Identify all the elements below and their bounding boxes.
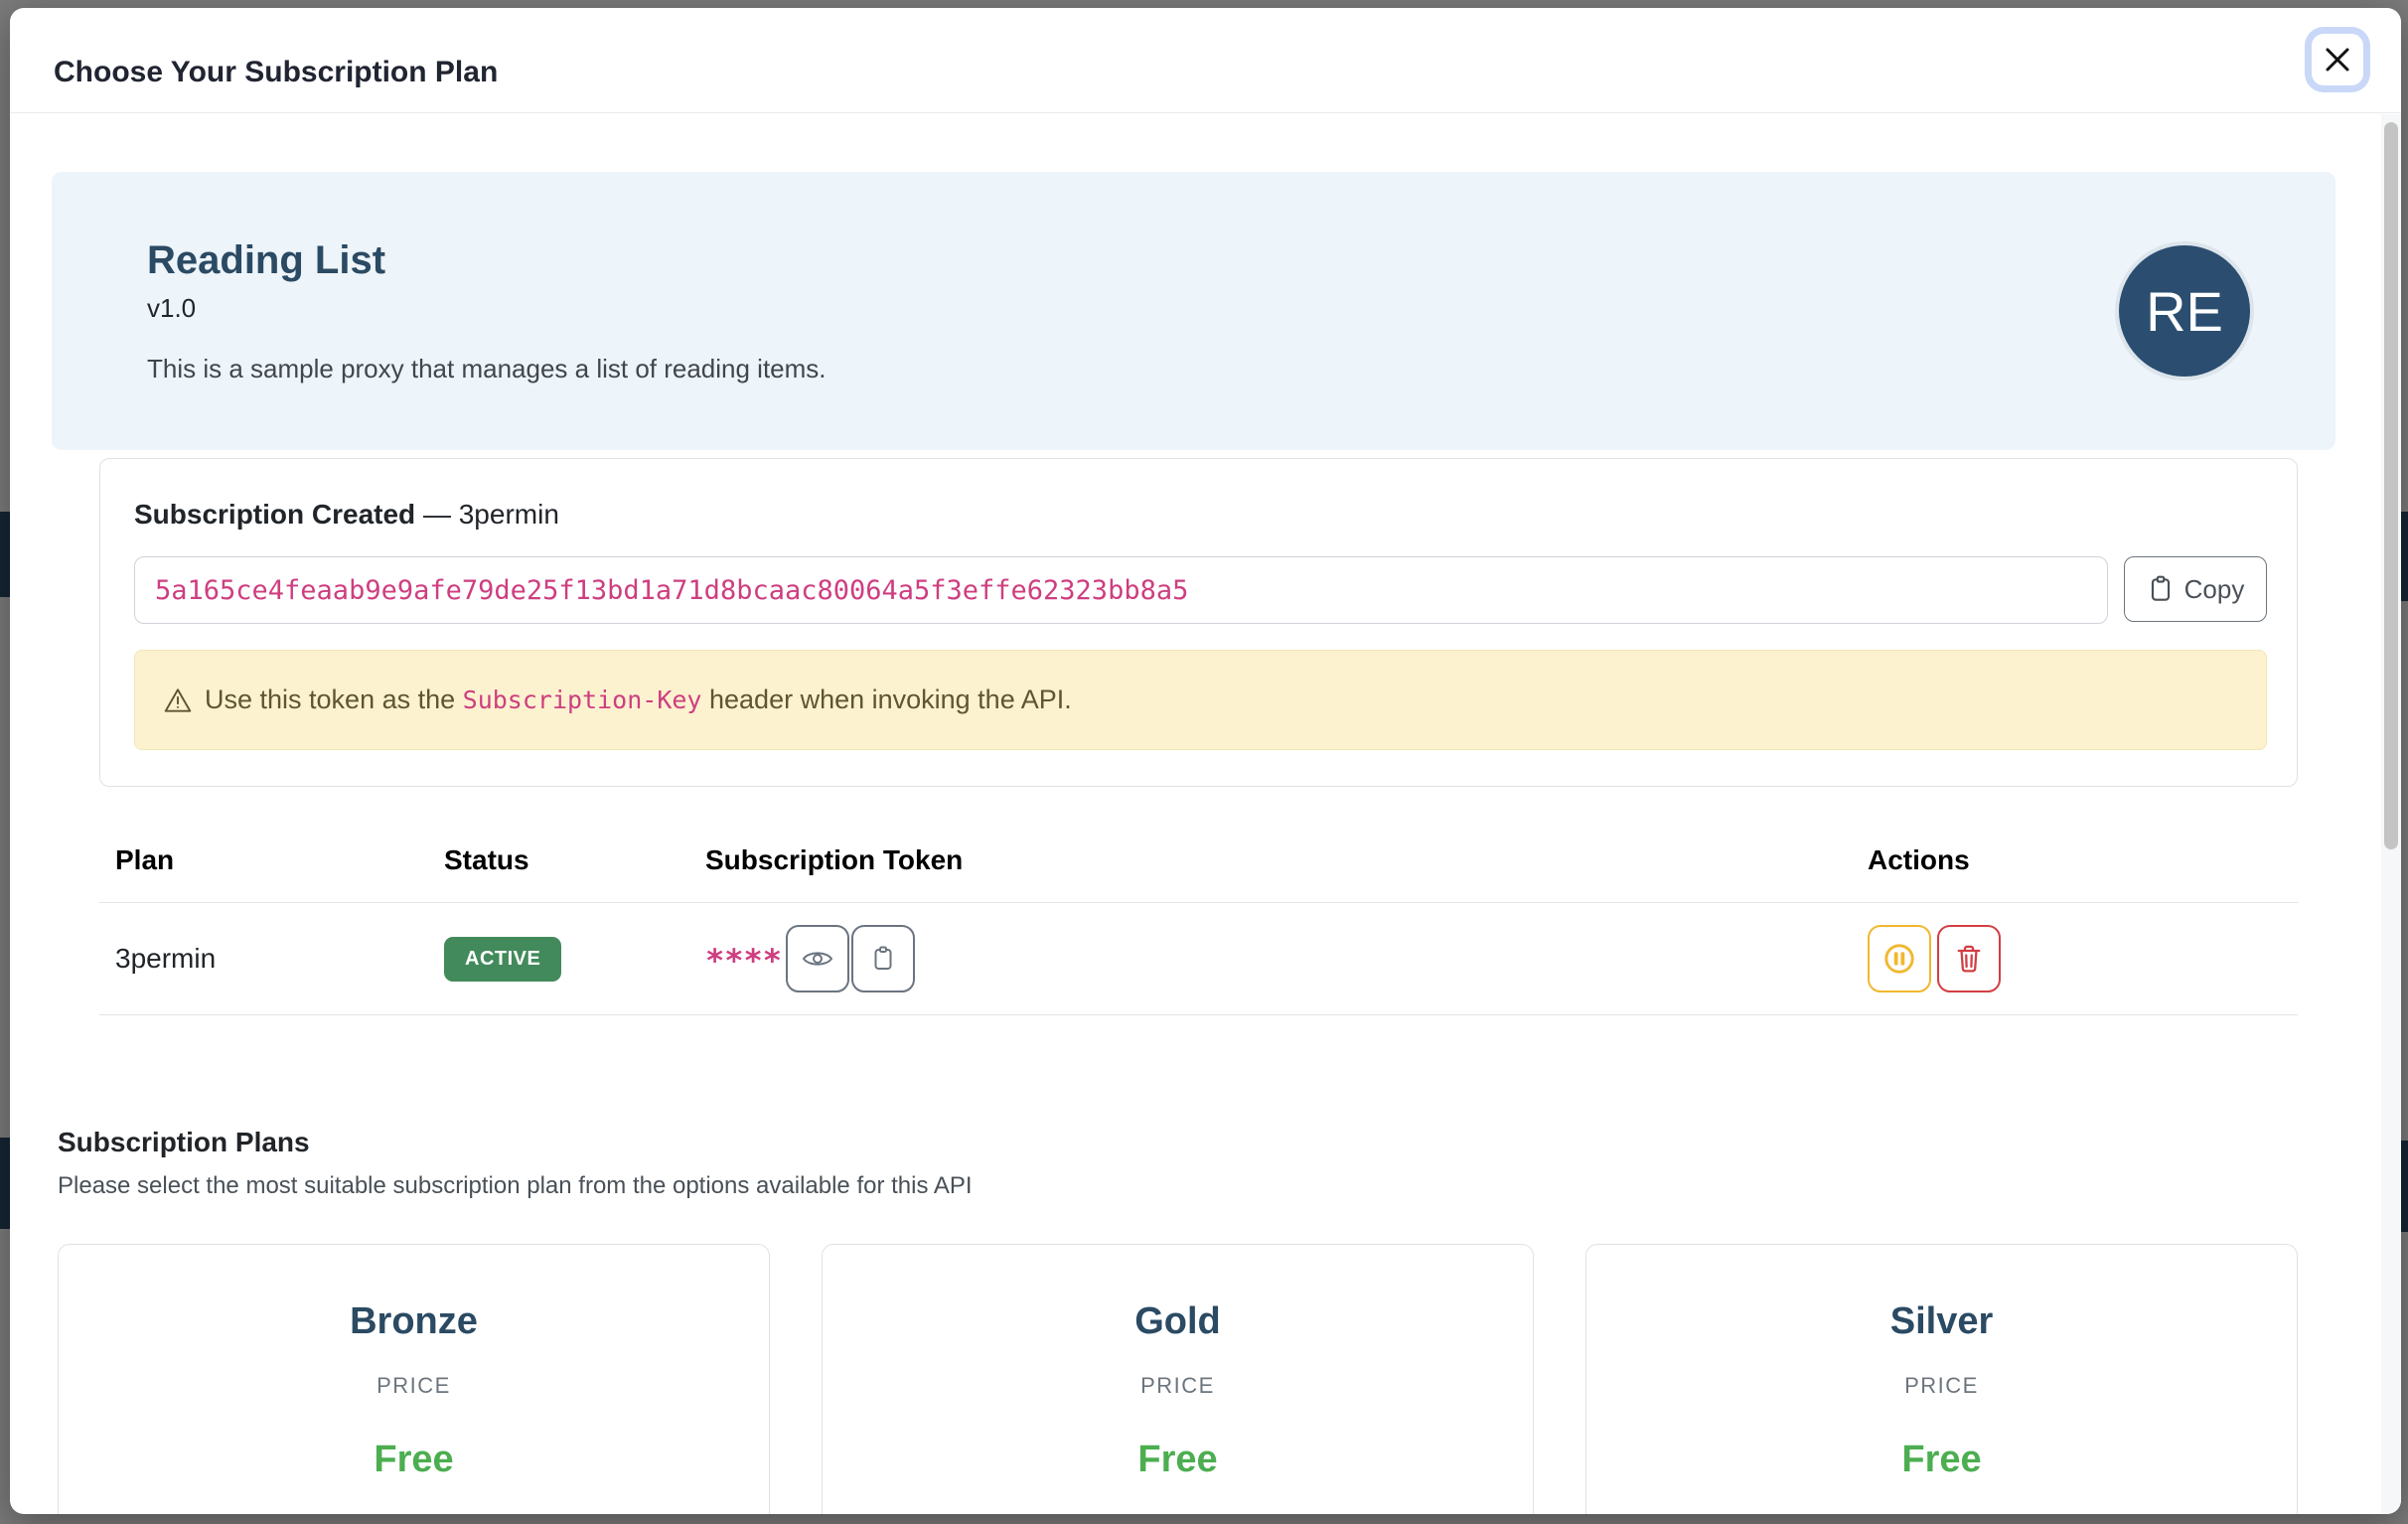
api-version: v1.0 bbox=[147, 293, 827, 324]
price-label: PRICE bbox=[59, 1373, 769, 1399]
plan-card-silver[interactable]: Silver PRICE Free RATE LIMIT bbox=[1585, 1244, 2298, 1514]
clipboard-icon bbox=[2147, 574, 2175, 604]
plan-price: Free bbox=[59, 1439, 769, 1481]
reveal-token-button[interactable] bbox=[786, 925, 849, 992]
heading-separator: — bbox=[423, 499, 451, 530]
subscription-created-label: Subscription Created bbox=[134, 499, 415, 530]
copy-token-button[interactable]: Copy bbox=[2124, 556, 2267, 622]
scrollbar-thumb[interactable] bbox=[2384, 122, 2398, 849]
eye-icon bbox=[801, 946, 834, 972]
price-label: PRICE bbox=[823, 1373, 1533, 1399]
api-name: Reading List bbox=[147, 238, 827, 283]
close-button[interactable] bbox=[2312, 34, 2363, 85]
row-plan-name: 3permin bbox=[99, 903, 444, 1015]
table-header-row: Plan Status Subscription Token Actions bbox=[99, 831, 2298, 903]
subscription-created-panel: Subscription Created — 3permin Copy bbox=[99, 458, 2298, 787]
warning-triangle-icon bbox=[163, 686, 193, 714]
api-avatar: RE bbox=[2115, 241, 2254, 381]
col-header-actions: Actions bbox=[1868, 831, 2298, 903]
token-usage-notice: Use this token as the Subscription-Key h… bbox=[134, 650, 2267, 750]
subscription-key-code: Subscription-Key bbox=[463, 686, 702, 714]
price-label: PRICE bbox=[1586, 1373, 2297, 1399]
trash-icon bbox=[1954, 943, 1984, 975]
subscription-modal: Choose Your Subscription Plan Reading Li… bbox=[10, 8, 2401, 1514]
subscriptions-table: Plan Status Subscription Token Actions 3… bbox=[99, 831, 2298, 1015]
api-description: This is a sample proxy that manages a li… bbox=[147, 354, 827, 384]
modal-scrollbar[interactable] bbox=[2381, 114, 2401, 1514]
api-info: Reading List v1.0 This is a sample proxy… bbox=[147, 238, 827, 384]
plan-price: Free bbox=[823, 1439, 1533, 1481]
subscription-table-row: 3permin ACTIVE **** bbox=[99, 903, 2298, 1015]
subscription-token-field[interactable] bbox=[134, 556, 2108, 624]
col-header-status: Status bbox=[444, 831, 705, 903]
plan-card-gold[interactable]: Gold PRICE Free RATE LIMIT bbox=[822, 1244, 1534, 1514]
plan-name: Silver bbox=[1586, 1300, 2297, 1343]
pause-circle-icon bbox=[1881, 941, 1917, 977]
created-plan-name: 3permin bbox=[459, 499, 559, 530]
plans-heading: Subscription Plans bbox=[58, 1127, 2335, 1158]
suspend-subscription-button[interactable] bbox=[1868, 925, 1931, 992]
copy-row-token-button[interactable] bbox=[851, 925, 915, 992]
modal-title: Choose Your Subscription Plan bbox=[54, 56, 498, 89]
modal-header: Choose Your Subscription Plan bbox=[10, 8, 2401, 113]
close-icon bbox=[2321, 43, 2354, 76]
plan-name: Gold bbox=[823, 1300, 1533, 1343]
token-row: Copy bbox=[134, 556, 2267, 624]
plan-price: Free bbox=[1586, 1439, 2297, 1481]
plan-name: Bronze bbox=[59, 1300, 769, 1343]
plans-subheading: Please select the most suitable subscrip… bbox=[58, 1172, 2335, 1200]
screen: Choose Your Subscription Plan Reading Li… bbox=[0, 0, 2408, 1524]
col-header-subscription-token: Subscription Token bbox=[705, 831, 1868, 903]
status-badge: ACTIVE bbox=[444, 937, 561, 982]
plan-cards: Bronze PRICE Free RATE LIMIT Gold PRICE … bbox=[58, 1244, 2298, 1514]
subscription-plans-section: Subscription Plans Please select the mos… bbox=[52, 1127, 2335, 1514]
subscription-created-heading: Subscription Created — 3permin bbox=[134, 499, 2267, 531]
modal-body: Reading List v1.0 This is a sample proxy… bbox=[10, 114, 2381, 1514]
plan-card-bronze[interactable]: Bronze PRICE Free RATE LIMIT bbox=[58, 1244, 770, 1514]
notice-text: Use this token as the Subscription-Key h… bbox=[205, 685, 1072, 715]
clipboard-icon bbox=[870, 944, 896, 974]
delete-subscription-button[interactable] bbox=[1937, 925, 2001, 992]
copy-button-label: Copy bbox=[2184, 574, 2245, 605]
col-header-plan: Plan bbox=[99, 831, 444, 903]
api-summary-card: Reading List v1.0 This is a sample proxy… bbox=[52, 172, 2335, 450]
masked-token: **** bbox=[705, 942, 782, 980]
